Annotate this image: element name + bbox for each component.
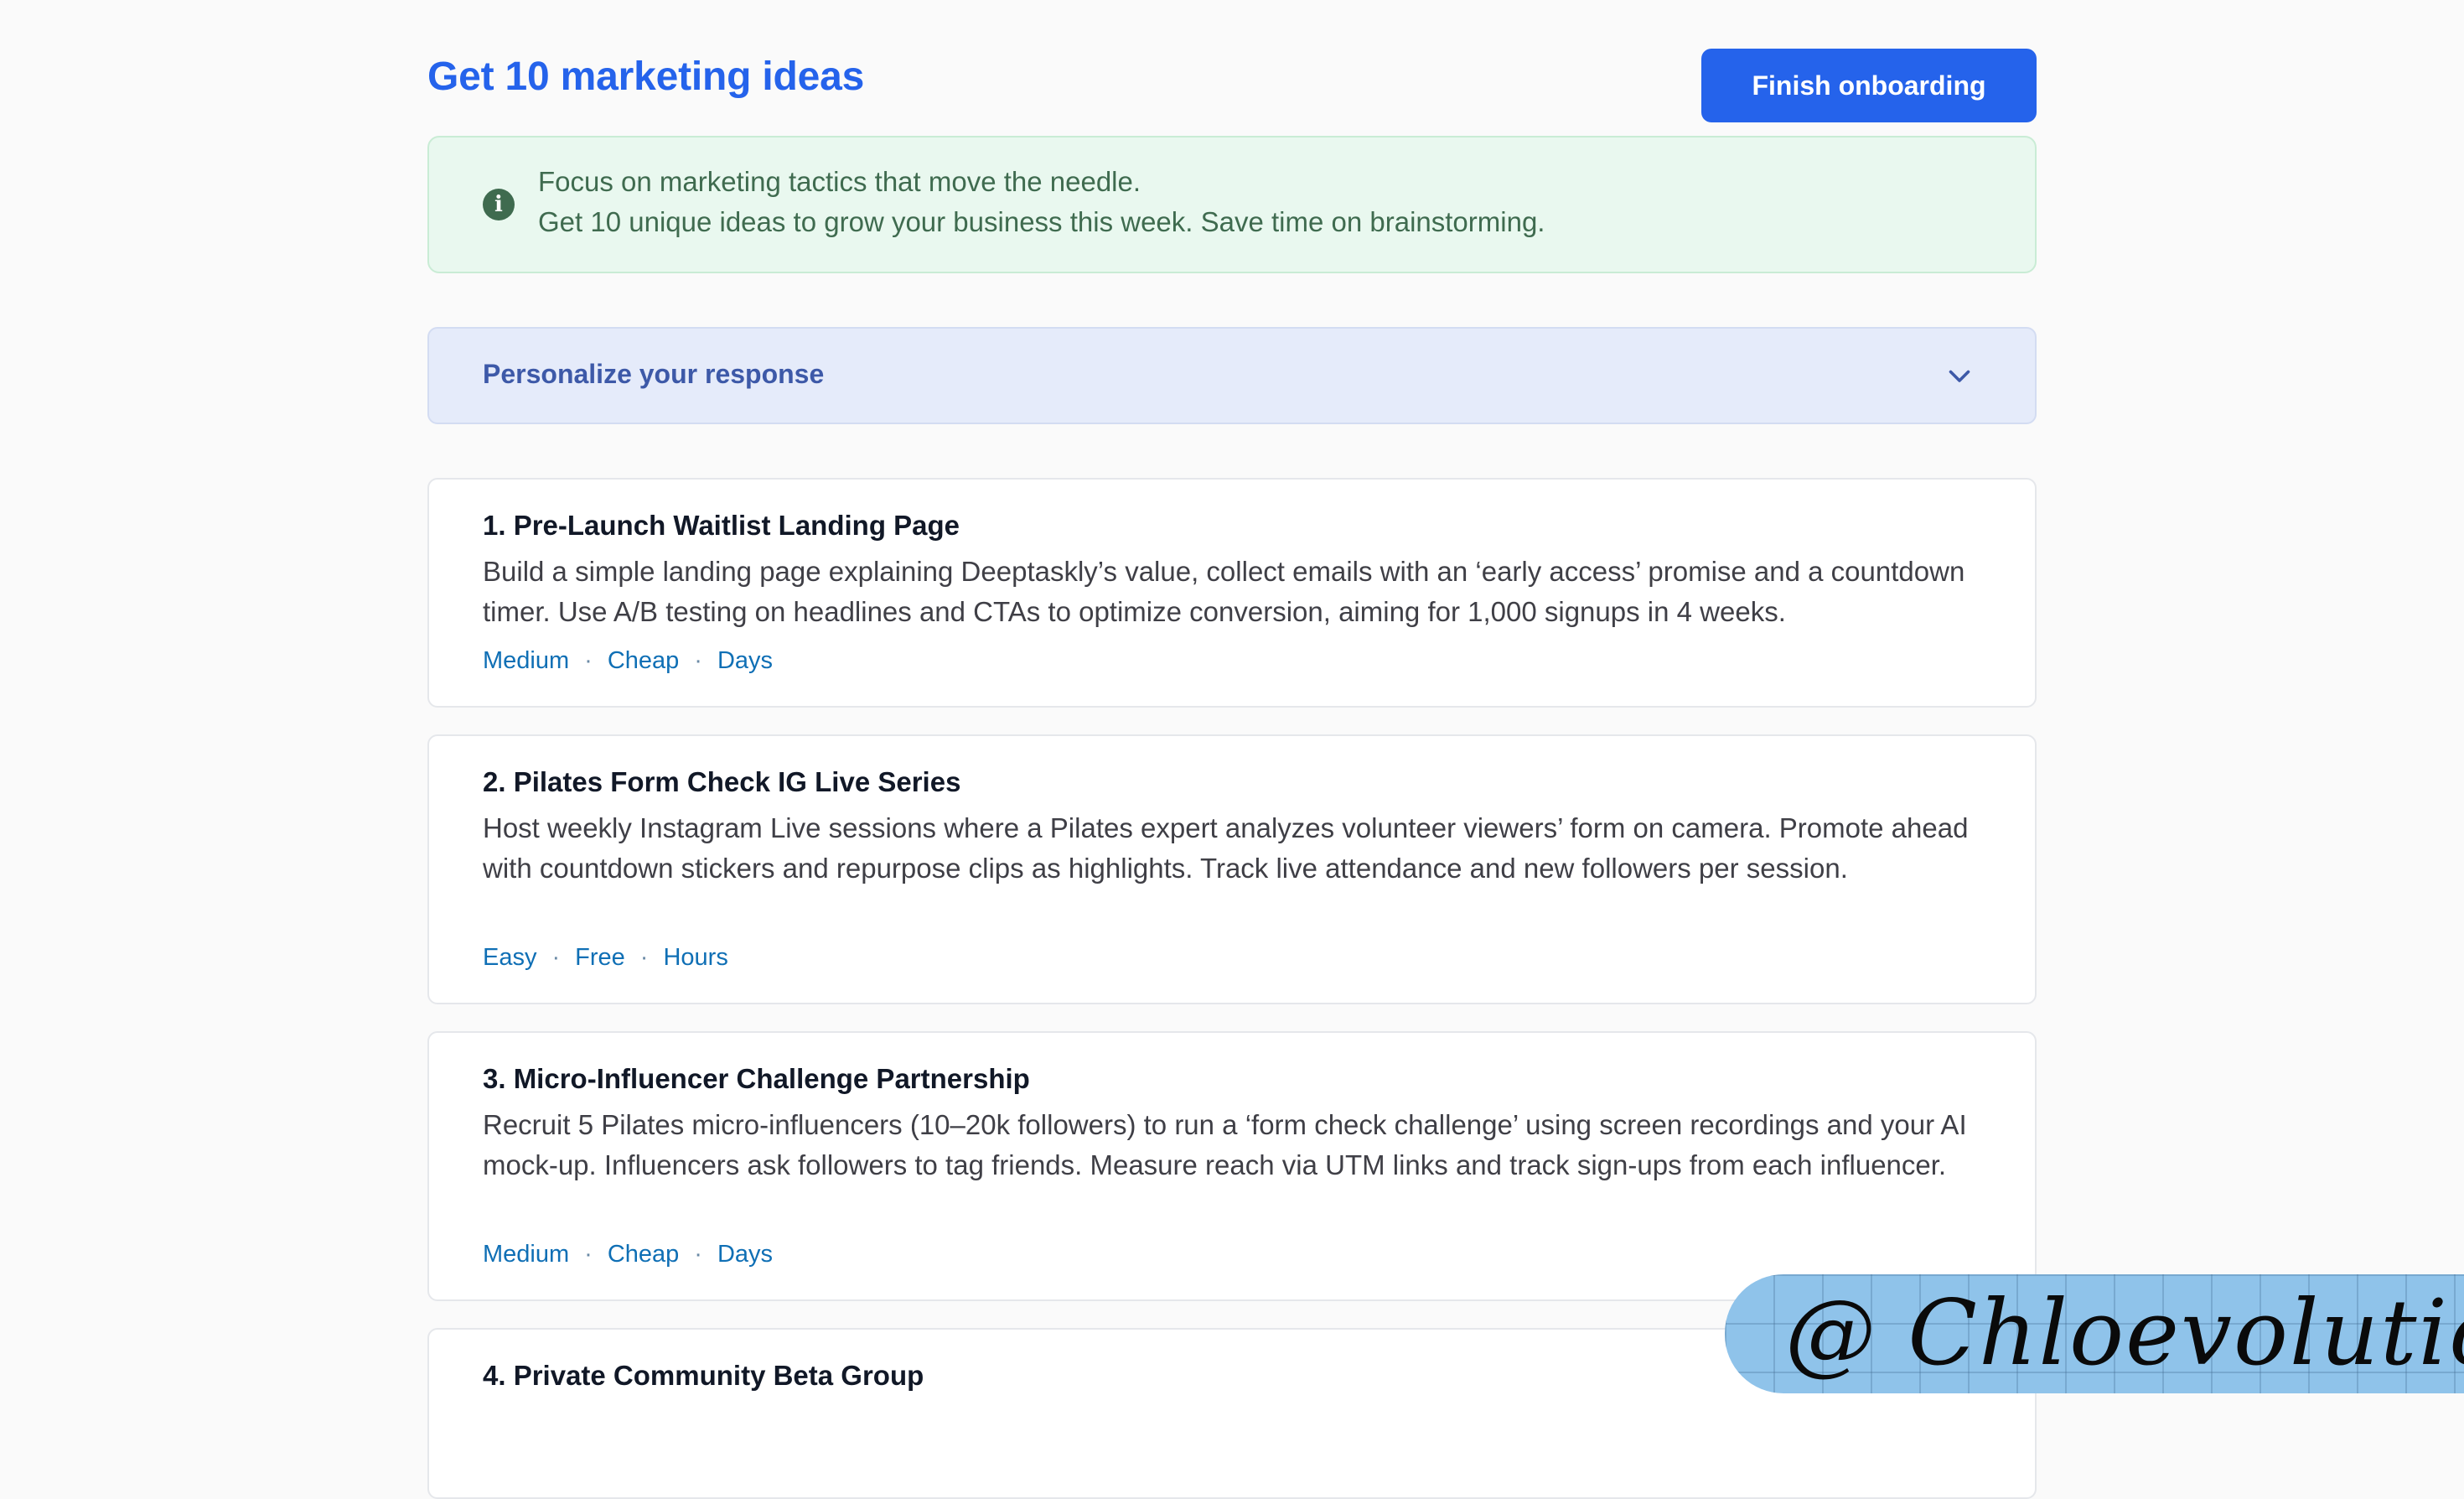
tag-separator: · — [694, 1241, 702, 1268]
personalize-accordion[interactable]: Personalize your response — [427, 327, 2037, 424]
idea-title: 2. Pilates Form Check IG Live Series — [483, 766, 961, 797]
idea-card: 3. Micro-Influencer Challenge Partnershi… — [427, 1031, 2037, 1301]
page-title: Get 10 marketing ideas — [427, 54, 865, 99]
page-header: Get 10 marketing ideas Finish onboarding — [427, 49, 2037, 124]
idea-description: Recruit 5 Pilates micro-influencers (10–… — [483, 1109, 1967, 1180]
idea-tags: Medium · Cheap · Days — [483, 1241, 773, 1268]
idea-description: Build a simple landing page explaining D… — [483, 556, 1965, 627]
idea-title: 3. Micro-Influencer Challenge Partnershi… — [483, 1063, 1030, 1094]
idea-tags: Easy · Free · Hours — [483, 944, 728, 972]
tag-separator: · — [584, 1241, 593, 1268]
info-banner: i Focus on marketing tactics that move t… — [427, 136, 2037, 273]
tag-difficulty[interactable]: Medium — [483, 647, 569, 675]
idea-title: 4. Private Community Beta Group — [483, 1360, 924, 1391]
idea-tags: Medium · Cheap · Days — [483, 647, 773, 675]
chevron-down-icon[interactable] — [1944, 360, 1975, 391]
finish-onboarding-button[interactable]: Finish onboarding — [1701, 49, 2037, 122]
tag-separator: · — [694, 647, 702, 674]
tag-time[interactable]: Hours — [663, 944, 727, 972]
watermark: @ Chloevolution — [1725, 1274, 2464, 1393]
tag-difficulty[interactable]: Medium — [483, 1241, 569, 1268]
personalize-label: Personalize your response — [483, 359, 825, 389]
idea-description: Host weekly Instagram Live sessions wher… — [483, 812, 1969, 884]
idea-card: 2. Pilates Form Check IG Live Series Hos… — [427, 734, 2037, 1004]
watermark-text: @ Chloevolution — [1785, 1281, 2464, 1386]
idea-title: 1. Pre-Launch Waitlist Landing Page — [483, 510, 960, 541]
tag-cost[interactable]: Free — [575, 944, 625, 972]
info-line-2: Get 10 unique ideas to grow your busines… — [538, 206, 1545, 237]
tag-difficulty[interactable]: Easy — [483, 944, 536, 972]
info-line-1: Focus on marketing tactics that move the… — [538, 166, 1141, 197]
tag-time[interactable]: Days — [717, 647, 773, 675]
tag-separator: · — [639, 944, 649, 971]
tag-separator: · — [584, 647, 593, 674]
tag-separator: · — [551, 944, 561, 971]
idea-card: 1. Pre-Launch Waitlist Landing Page Buil… — [427, 478, 2037, 708]
info-icon: i — [483, 189, 515, 220]
tag-cost[interactable]: Cheap — [608, 1241, 679, 1268]
tag-time[interactable]: Days — [717, 1241, 773, 1268]
tag-cost[interactable]: Cheap — [608, 647, 679, 675]
